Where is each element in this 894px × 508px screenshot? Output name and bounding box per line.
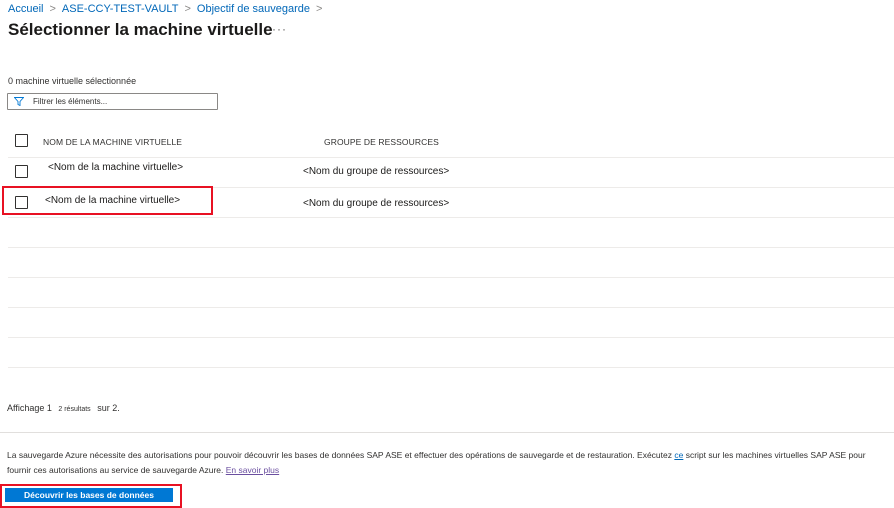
breadcrumb-separator: > xyxy=(49,3,56,15)
filter-input[interactable] xyxy=(33,97,203,106)
table-cell-resource-group: <Nom du groupe de ressources> xyxy=(303,198,450,209)
breadcrumb: Accueil > ASE-CCY-TEST-VAULT > Objectif … xyxy=(8,3,328,15)
section-divider xyxy=(0,432,894,433)
paging-results: 2 résultats xyxy=(58,406,91,413)
selection-count: 0 machine virtuelle sélectionnée xyxy=(8,76,137,86)
info-text: La sauvegarde Azure nécessite des autori… xyxy=(7,450,675,460)
table-cell-vm-name: <Nom de la machine virtuelle> xyxy=(45,195,181,206)
filter-box xyxy=(7,93,218,110)
highlight-box-discover: Découvrir les bases de données xyxy=(0,484,182,508)
more-options-button[interactable]: ··· xyxy=(272,22,287,36)
table-cell-vm-name: <Nom de la machine virtuelle> xyxy=(48,162,184,173)
script-link[interactable]: ce xyxy=(674,450,683,460)
info-message: La sauvegarde Azure nécessite des autori… xyxy=(7,448,867,478)
row-divider xyxy=(8,307,894,308)
paging-prefix: Affichage 1 xyxy=(7,403,52,413)
learn-more-link[interactable]: En savoir plus xyxy=(226,465,279,475)
column-header-vm-name: NOM DE LA MACHINE VIRTUELLE xyxy=(43,137,183,147)
page-title: Sélectionner la machine virtuelle xyxy=(8,20,273,39)
breadcrumb-backup-goal-link[interactable]: Objectif de sauvegarde xyxy=(197,3,310,15)
paging-suffix: sur 2. xyxy=(97,403,120,413)
breadcrumb-vault-link[interactable]: ASE-CCY-TEST-VAULT xyxy=(62,3,179,15)
row-divider xyxy=(8,217,894,218)
column-header-resource-group: GROUPE DE RESSOURCES xyxy=(324,137,439,147)
table-cell-resource-group: <Nom du groupe de ressources> xyxy=(303,166,450,177)
breadcrumb-separator: > xyxy=(184,3,191,15)
discover-databases-button[interactable]: Découvrir les bases de données xyxy=(5,488,173,502)
paging-info: Affichage 1 2 résultats sur 2. xyxy=(7,403,120,413)
row-divider xyxy=(8,247,894,248)
breadcrumb-separator: > xyxy=(316,3,323,15)
row-checkbox[interactable] xyxy=(15,196,28,209)
select-all-checkbox[interactable] xyxy=(15,134,28,147)
filter-icon xyxy=(12,95,26,109)
row-divider xyxy=(8,157,894,158)
row-divider xyxy=(8,367,894,368)
row-divider xyxy=(8,337,894,338)
row-divider xyxy=(8,277,894,278)
breadcrumb-home-link[interactable]: Accueil xyxy=(8,3,43,15)
row-checkbox[interactable] xyxy=(15,165,28,178)
